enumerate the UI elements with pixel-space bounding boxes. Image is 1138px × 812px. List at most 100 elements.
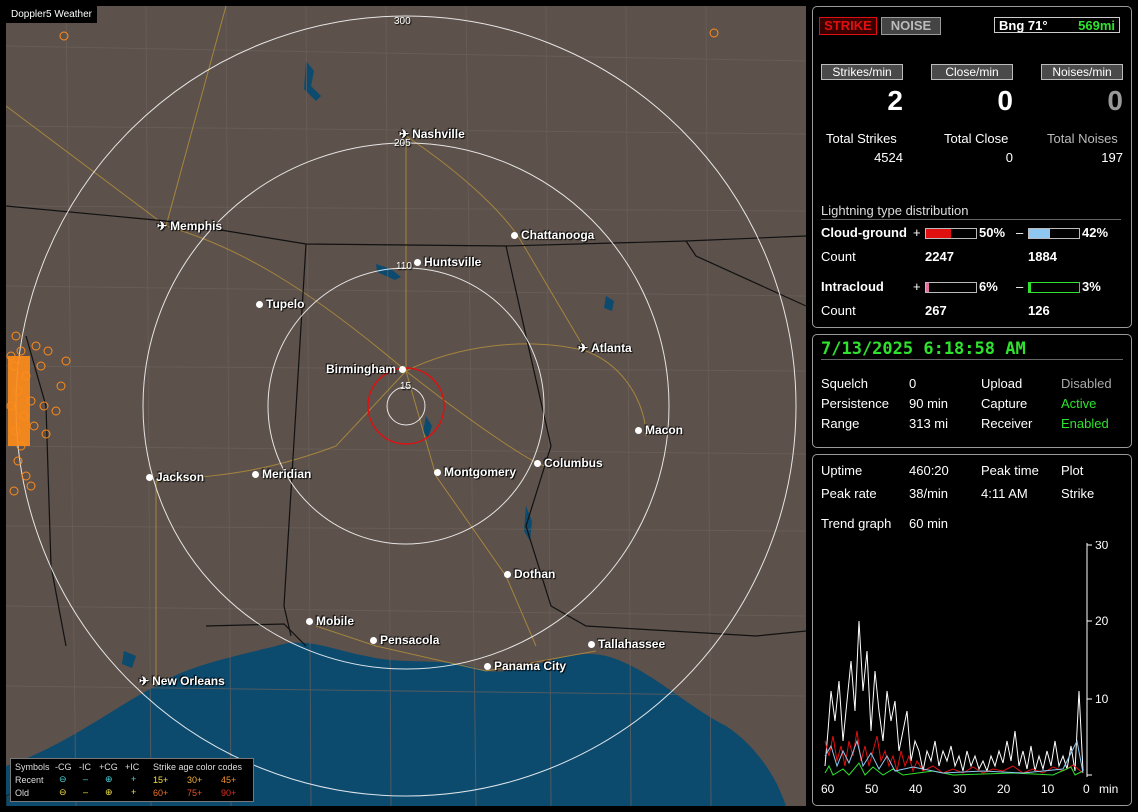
age-code-75: 75+: [187, 788, 203, 798]
peak-time-value: 4:11 AM: [981, 486, 1028, 501]
trend-x-label-10: 10: [1041, 782, 1055, 796]
trend-y-label-30: 30: [1095, 541, 1109, 552]
capture-label: Capture: [981, 396, 1028, 411]
city-dot-icon: [504, 570, 511, 578]
distribution-title: Lightning type distribution: [821, 203, 1121, 220]
age-code-90: 90+: [221, 788, 237, 798]
ic-count-label: Count: [821, 303, 856, 318]
cg-positive-pct: 50%: [979, 225, 1006, 240]
trend-y-label-20: 20: [1095, 614, 1109, 628]
lightning-map[interactable]: Doppler5 Weather 300 205 110 15 ✈ Nashvil…: [6, 6, 806, 806]
trend-x-label-50: 50: [865, 782, 879, 796]
ic-minus-sign: –: [1016, 279, 1024, 294]
legend-col-neg-ic: -IC: [79, 762, 91, 772]
city-dot-icon: [484, 662, 491, 670]
distance-value: 569mi: [1078, 18, 1115, 33]
city-dot-icon: [399, 365, 407, 373]
age-code-60: 60+: [153, 788, 169, 798]
city-dot-icon: [434, 468, 441, 476]
city-dot-icon: [256, 300, 263, 308]
ic-positive-count: 267: [925, 303, 947, 318]
trend-graph: 30 20 10 60 50 40 30 20 10 0 min: [821, 541, 1118, 796]
squelch-label: Squelch: [821, 376, 868, 391]
strikes-per-min-value: 2: [887, 85, 903, 116]
city-new-orleans: ✈ New Orleans: [139, 674, 225, 688]
cloud-ground-label: Cloud-ground: [821, 225, 907, 240]
cg-plus-sign: +: [913, 225, 921, 240]
airport-icon: ✈: [157, 219, 168, 233]
airport-icon: ✈: [139, 674, 150, 688]
trend-y-label-10: 10: [1095, 692, 1109, 706]
city-dot-icon: [534, 459, 541, 467]
map-legend: Symbols -CG -IC +CG +IC Strike age color…: [10, 758, 254, 802]
trend-line-blue: [824, 739, 1084, 774]
status-panel: 7/13/2025 6:18:58 AM Squelch 0 Upload Di…: [812, 334, 1132, 448]
peak-rate-value: 38/min: [909, 486, 949, 501]
age-code-30: 30+: [187, 775, 203, 785]
neg-ic-old-icon: –: [83, 787, 89, 797]
city-dot-icon: [635, 426, 642, 434]
pos-cg-old-icon: ⊕: [105, 787, 113, 797]
city-nashville: ✈ Nashville: [399, 127, 465, 141]
total-noises-label: Total Noises: [1047, 131, 1118, 146]
total-noises-value: 197: [1101, 150, 1123, 165]
legend-symbols-label: Symbols: [15, 762, 50, 772]
city-chattanooga: Chattanooga: [511, 228, 594, 242]
ring-label-15: 15: [400, 381, 412, 392]
trend-panel: Uptime 460:20 Peak time Plot Peak rate 3…: [812, 454, 1132, 806]
city-mobile: Mobile: [306, 614, 354, 628]
cg-positive-count: 2247: [925, 249, 954, 264]
neg-cg-old-icon: ⊖: [59, 787, 67, 797]
total-strikes-label: Total Strikes: [826, 131, 897, 146]
squelch-value: 0: [909, 376, 917, 391]
cg-minus-sign: –: [1016, 225, 1024, 240]
trend-line-red: [824, 730, 1084, 774]
noise-mode-button[interactable]: NOISE: [881, 17, 941, 35]
upload-label: Upload: [981, 376, 1023, 391]
city-tallahassee: Tallahassee: [588, 637, 665, 651]
neg-cg-recent-icon: ⊖: [59, 774, 67, 784]
city-columbus: Columbus: [534, 456, 603, 470]
cg-count-label: Count: [821, 249, 856, 264]
airport-icon: ✈: [578, 341, 589, 355]
ic-positive-bar: [925, 282, 977, 293]
legend-col-pos-ic: +IC: [125, 762, 140, 772]
total-close-label: Total Close: [944, 131, 1009, 146]
city-dot-icon: [146, 473, 153, 481]
city-dot-icon: [511, 231, 518, 239]
neg-ic-recent-icon: –: [83, 774, 89, 784]
bearing-readout: Bng 71° 569mi: [994, 17, 1120, 33]
persistence-label: Persistence: [821, 396, 889, 411]
strikes-per-min-label: Strikes/min: [821, 64, 903, 80]
map-title: Doppler5 Weather: [6, 6, 97, 23]
city-meridian: Meridian: [252, 467, 311, 481]
age-code-45: 45+: [221, 775, 237, 785]
plot-value[interactable]: Strike: [1061, 486, 1094, 501]
close-per-min-value: 0: [997, 85, 1013, 116]
ic-negative-bar: [1028, 282, 1080, 293]
city-memphis: ✈ Memphis: [157, 219, 223, 233]
ic-plus-sign: +: [913, 279, 921, 294]
trend-graph-value: 60 min: [909, 516, 949, 531]
pos-cg-recent-icon: ⊕: [105, 774, 113, 784]
total-close-value: 0: [1005, 150, 1013, 165]
ic-positive-pct: 6%: [979, 279, 998, 294]
airport-icon: ✈: [399, 127, 410, 141]
cg-negative-bar: [1028, 228, 1080, 239]
city-dot-icon: [370, 636, 377, 644]
ring-label-110: 110: [396, 261, 412, 272]
legend-age-label: Strike age color codes: [153, 762, 243, 772]
uptime-value: 460:20: [909, 463, 949, 478]
noises-per-min-value: 0: [1107, 85, 1123, 116]
city-huntsville: Huntsville: [414, 255, 481, 269]
strike-mode-button[interactable]: STRIKE: [819, 17, 877, 35]
trend-x-label-20: 20: [997, 782, 1011, 796]
cg-negative-pct: 42%: [1082, 225, 1109, 240]
receiver-label: Receiver: [981, 416, 1033, 431]
trend-x-label-40: 40: [909, 782, 923, 796]
legend-col-pos-cg: +CG: [99, 762, 118, 772]
city-macon: Macon: [635, 423, 683, 437]
plot-label: Plot: [1061, 463, 1084, 478]
range-label: Range: [821, 416, 860, 431]
cg-positive-bar: [925, 228, 977, 239]
